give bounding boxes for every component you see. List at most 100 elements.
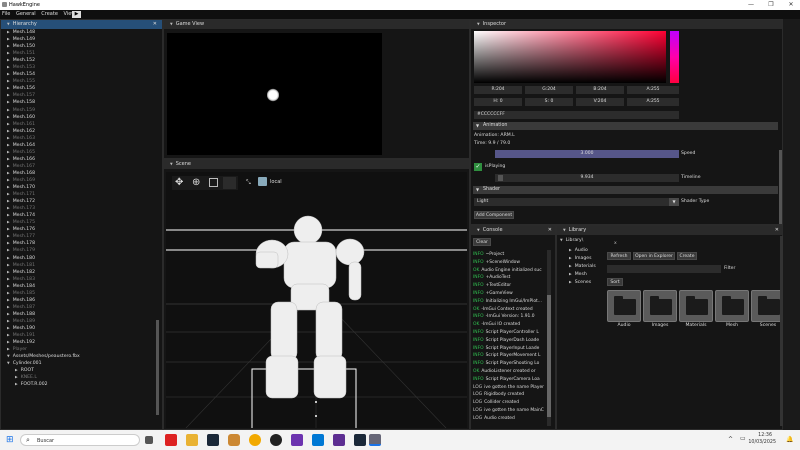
sort-button[interactable]: Sort [607, 278, 623, 286]
hierarchy-item[interactable]: ▶ Mesh.170 [1, 184, 162, 191]
expand-arrow-icon[interactable]: ▶ [7, 319, 10, 323]
isplaying-checkbox[interactable]: ✓ [474, 163, 482, 171]
menu-create[interactable]: Create [39, 10, 60, 18]
expand-arrow-icon[interactable]: ▶ [15, 375, 18, 379]
blue-field[interactable]: B:204 [576, 86, 624, 94]
expand-arrow-icon[interactable]: ▶ [7, 312, 10, 316]
network-icon[interactable]: ▭ [740, 435, 746, 442]
filter-input[interactable] [607, 265, 721, 273]
console-scrollbar[interactable] [547, 295, 551, 417]
hierarchy-item[interactable]: ▶ Mesh.164 [1, 142, 162, 149]
snap-icon[interactable]: ⤡ [246, 179, 251, 187]
hierarchy-item[interactable]: ▶ ROOT [1, 367, 162, 374]
expand-arrow-icon[interactable]: ▶ [7, 206, 10, 210]
move-tool-icon[interactable]: ✥ [175, 177, 183, 188]
clock-date[interactable]: 10/03/2025 [746, 440, 776, 445]
hierarchy-item[interactable]: ▶ Mesh.159 [1, 107, 162, 114]
hierarchy-item[interactable]: ▼ Assets/Meshes/peaustero.fbx [1, 353, 162, 360]
hierarchy-item[interactable]: ▶ Mesh.180 [1, 255, 162, 262]
game-viewport[interactable] [167, 33, 382, 155]
tab-hierarchy[interactable]: ▼ Hierarchy ✕ [1, 20, 162, 29]
hex-field[interactable]: #CCCCCCFF [474, 111, 679, 119]
expand-arrow-icon[interactable]: ▼ [7, 354, 10, 358]
tab-inspector[interactable]: ▼ Inspector [471, 20, 782, 29]
expand-arrow-icon[interactable]: ▶ [7, 150, 10, 154]
expand-arrow-icon[interactable]: ▶ [7, 30, 10, 34]
shader-select[interactable]: Light [474, 198, 679, 206]
expand-arrow-icon[interactable]: ▶ [7, 234, 10, 238]
hierarchy-item[interactable]: ▶ Mesh.191 [1, 332, 162, 339]
expand-arrow-icon[interactable]: ▶ [7, 333, 10, 337]
expand-arrow-icon[interactable]: ▶ [7, 171, 10, 175]
close-icon[interactable]: ✕ [548, 226, 552, 235]
library-tree-item[interactable]: ▶ Mesh [569, 270, 596, 278]
scale-tool-icon[interactable] [209, 178, 218, 187]
expand-arrow-icon[interactable]: ▶ [7, 44, 10, 48]
green-field[interactable]: G:204 [525, 86, 573, 94]
hierarchy-item[interactable]: ▶ Mesh.169 [1, 177, 162, 184]
hierarchy-item[interactable]: ▶ Mesh.165 [1, 149, 162, 156]
expand-arrow-icon[interactable]: ▶ [7, 326, 10, 330]
hierarchy-item[interactable]: ▶ Mesh.176 [1, 226, 162, 233]
timeline-slider[interactable]: 9.934 [495, 174, 679, 182]
tab-console[interactable]: ▼ Console ✕ [471, 226, 555, 235]
expand-arrow-icon[interactable]: ▶ [7, 248, 10, 252]
expand-arrow-icon[interactable]: ▶ [7, 157, 10, 161]
expand-arrow-icon[interactable]: ▶ [15, 368, 18, 372]
local-space-icon[interactable] [258, 177, 267, 186]
hierarchy-item[interactable]: ▶ Mesh.189 [1, 318, 162, 325]
value-field[interactable]: V:204 [576, 98, 624, 106]
expand-arrow-icon[interactable]: ▶ [7, 277, 10, 281]
steam-icon[interactable] [207, 434, 219, 446]
menu-file[interactable]: File [0, 10, 12, 18]
animation-section-header[interactable]: ▼ Animation [473, 122, 778, 130]
hierarchy-item[interactable]: ▶ Mesh.168 [1, 170, 162, 177]
hierarchy-item[interactable]: ▶ Mesh.190 [1, 325, 162, 332]
hierarchy-item[interactable]: ▶ Mesh.172 [1, 198, 162, 205]
github-icon[interactable] [270, 434, 282, 446]
folder-tile[interactable] [715, 290, 749, 322]
menu-general[interactable]: General [14, 10, 38, 18]
tab-scene[interactable]: ▼ Scene [164, 160, 469, 169]
expand-arrow-icon[interactable]: ▶ [7, 164, 10, 168]
expand-arrow-icon[interactable]: ▶ [7, 347, 10, 351]
expand-arrow-icon[interactable]: ▶ [7, 192, 10, 196]
close-button[interactable]: ✕ [784, 1, 798, 9]
game-app-icon[interactable] [228, 434, 240, 446]
expand-arrow-icon[interactable]: ▶ [7, 305, 10, 309]
expand-arrow-icon[interactable]: ▶ [7, 199, 10, 203]
hierarchy-item[interactable]: ▶ Mesh.177 [1, 233, 162, 240]
library-tree-item[interactable]: ▶ Scenes [569, 278, 596, 286]
hierarchy-item[interactable]: ▶ Mesh.186 [1, 297, 162, 304]
expand-arrow-icon[interactable]: ▶ [7, 65, 10, 69]
expand-arrow-icon[interactable]: ▶ [7, 79, 10, 83]
expand-arrow-icon[interactable]: ▶ [7, 270, 10, 274]
expand-arrow-icon[interactable]: ▶ [15, 382, 18, 386]
hierarchy-item[interactable]: ▶ Mesh.188 [1, 311, 162, 318]
red-field[interactable]: R:204 [474, 86, 522, 94]
space-mode-label[interactable]: local [270, 179, 282, 185]
create-button[interactable]: Create [677, 252, 697, 260]
expand-arrow-icon[interactable]: ▶ [7, 122, 10, 126]
chevron-down-icon[interactable]: ▼ [669, 198, 679, 206]
library-tree-item[interactable]: ▶ Audio [569, 246, 596, 254]
hierarchy-item[interactable]: ▶ Mesh.158 [1, 99, 162, 106]
speed-slider[interactable]: 3.000 [495, 150, 679, 158]
hierarchy-item[interactable]: ▶ Mesh.161 [1, 121, 162, 128]
expand-arrow-icon[interactable]: ▶ [7, 213, 10, 217]
hue-slider[interactable] [670, 31, 679, 83]
expand-arrow-icon[interactable]: ▶ [7, 129, 10, 133]
close-icon[interactable]: ✕ [775, 226, 779, 235]
hierarchy-item[interactable]: ▶ Mesh.175 [1, 219, 162, 226]
hierarchy-item[interactable]: ▶ Mesh.150 [1, 43, 162, 50]
tab-game-view[interactable]: ▼ Game View [164, 20, 469, 29]
steam-2-icon[interactable] [354, 434, 366, 446]
expand-arrow-icon[interactable]: ▶ [7, 291, 10, 295]
hierarchy-item[interactable]: ▶ Mesh.182 [1, 269, 162, 276]
visual-studio-icon[interactable] [291, 434, 303, 446]
file-explorer-icon[interactable] [186, 434, 198, 446]
clock-time[interactable]: 12:36 [750, 433, 772, 438]
expand-arrow-icon[interactable]: ▶ [7, 58, 10, 62]
hierarchy-item[interactable]: ▶ KNEE.L [1, 374, 162, 381]
open-explorer-button[interactable]: Open in Explorer [633, 252, 675, 260]
